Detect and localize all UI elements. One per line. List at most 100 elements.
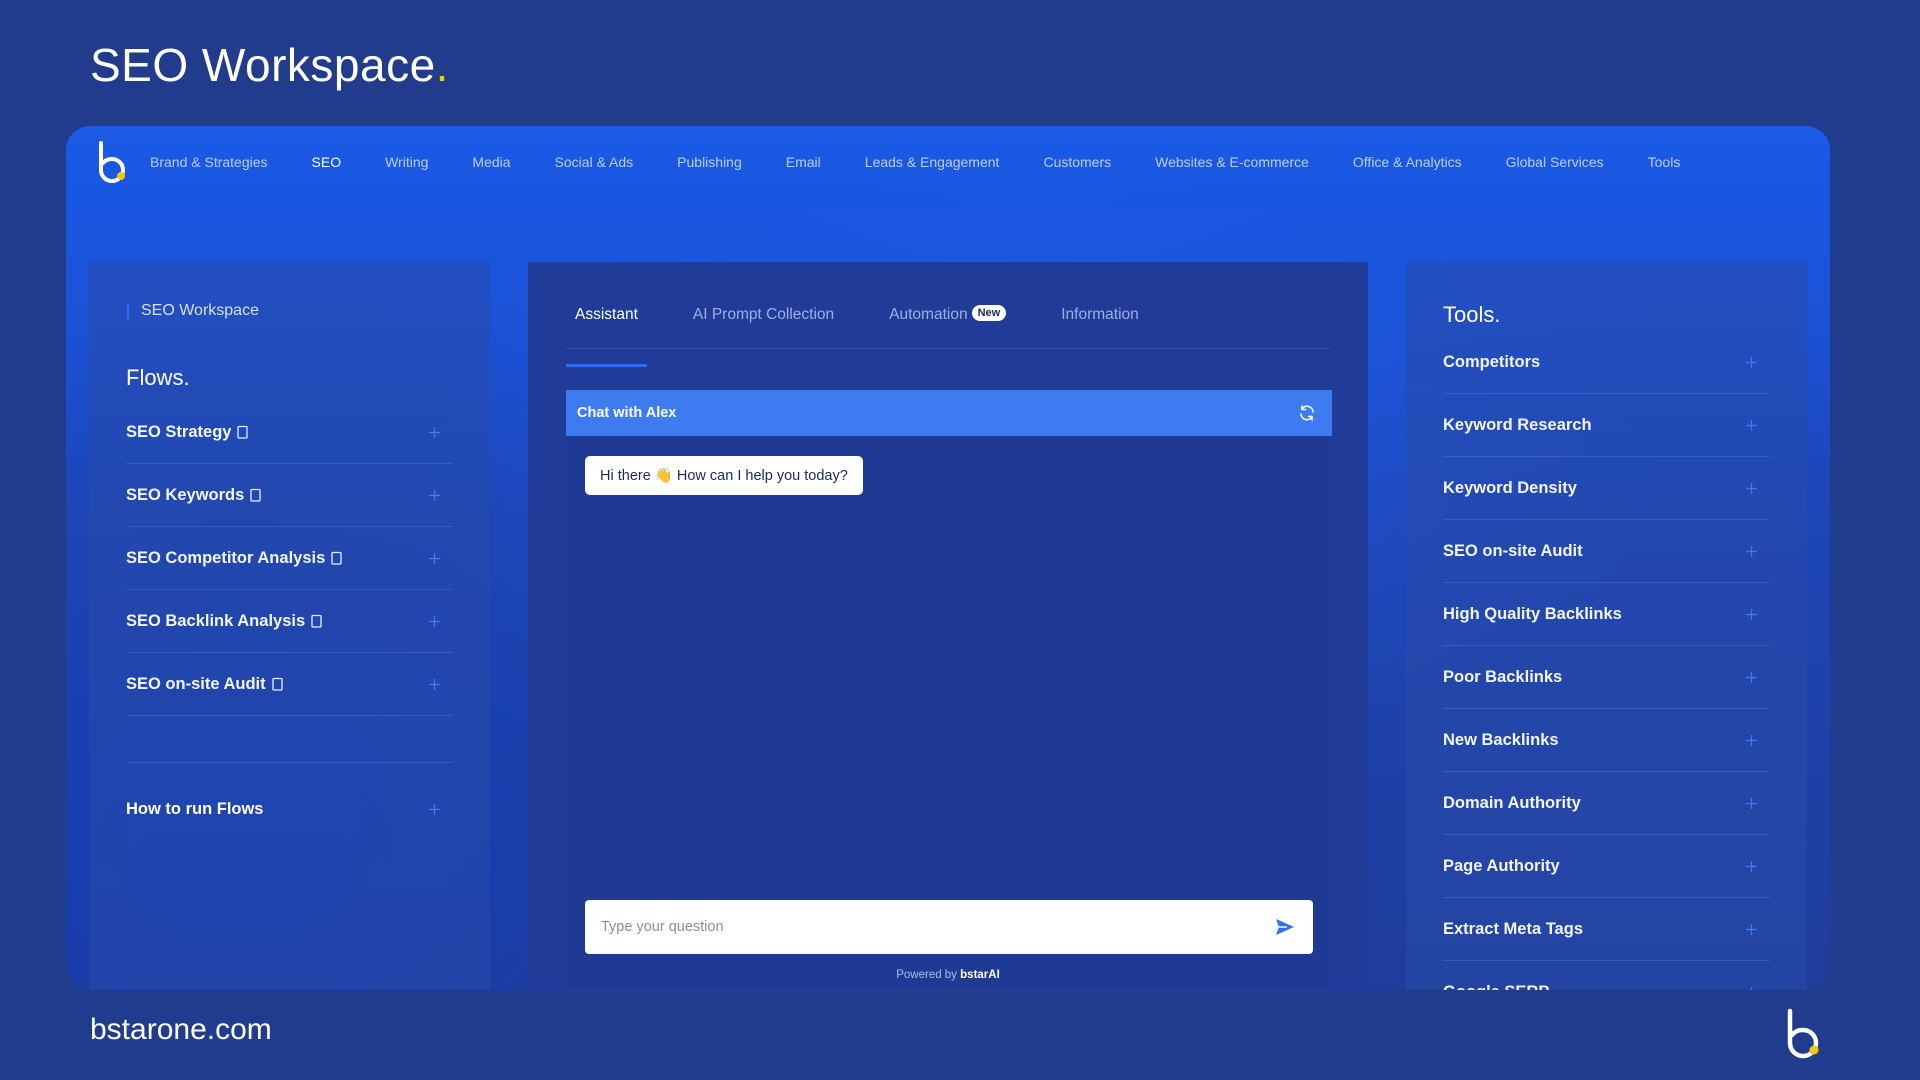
copy-icon[interactable] bbox=[311, 614, 322, 628]
tool-item[interactable]: New Backlinks bbox=[1443, 709, 1770, 772]
nav-item-brand-strategies[interactable]: Brand & Strategies bbox=[150, 154, 268, 170]
tool-item-label: Google SERP bbox=[1443, 983, 1549, 991]
top-navigation: Brand & Strategies SEO Writing Media Social … bbox=[94, 134, 1802, 190]
send-icon[interactable] bbox=[1275, 918, 1295, 936]
plus-icon[interactable] bbox=[428, 615, 441, 628]
bstar-logo-icon[interactable] bbox=[94, 140, 130, 184]
tool-item[interactable]: High Quality Backlinks bbox=[1443, 583, 1770, 646]
flow-item-label-wrap: SEO Strategy bbox=[126, 422, 249, 442]
tool-item-label: SEO on-site Audit bbox=[1443, 541, 1583, 560]
nav-item-seo[interactable]: SEO bbox=[312, 154, 342, 170]
plus-icon[interactable] bbox=[1745, 419, 1758, 432]
flows-divider bbox=[126, 716, 453, 763]
plus-icon[interactable] bbox=[428, 678, 441, 691]
nav-item-writing[interactable]: Writing bbox=[385, 154, 428, 170]
flow-item[interactable]: SEO Keywords bbox=[126, 464, 453, 527]
flow-item-label: SEO Keywords bbox=[126, 485, 245, 504]
how-to-run-flows[interactable]: How to run Flows bbox=[126, 778, 453, 840]
plus-icon[interactable] bbox=[1745, 797, 1758, 810]
plus-icon[interactable] bbox=[1745, 545, 1758, 558]
tool-item[interactable]: Keyword Density bbox=[1443, 457, 1770, 520]
flow-item[interactable]: SEO on-site Audit bbox=[126, 653, 453, 716]
plus-icon[interactable] bbox=[1745, 734, 1758, 747]
flow-item-label-wrap: SEO on-site Audit bbox=[126, 675, 283, 694]
tab-assistant[interactable]: Assistant bbox=[566, 302, 647, 367]
plus-icon[interactable] bbox=[428, 426, 441, 439]
tool-item-label: Competitors bbox=[1443, 352, 1541, 371]
flow-item[interactable]: SEO Strategy bbox=[126, 401, 453, 464]
nav-item-media[interactable]: Media bbox=[472, 154, 510, 170]
copy-icon[interactable] bbox=[237, 425, 249, 439]
tool-item[interactable]: Keyword Research bbox=[1443, 394, 1770, 457]
assistant-panel: Assistant AI Prompt Collection Automation N… bbox=[528, 262, 1368, 990]
chat-title: Chat with Alex bbox=[577, 405, 677, 421]
tools-heading: Tools. bbox=[1443, 302, 1501, 327]
tool-item[interactable]: Extract Meta Tags bbox=[1443, 898, 1770, 961]
copy-icon[interactable] bbox=[250, 488, 261, 502]
how-to-run-flows-label: How to run Flows bbox=[126, 799, 264, 818]
nav-item-tools[interactable]: Tools bbox=[1648, 154, 1681, 170]
plus-icon[interactable] bbox=[428, 552, 441, 565]
tool-item-label: New Backlinks bbox=[1443, 730, 1559, 749]
footer-domain: bstarone.com bbox=[90, 1013, 272, 1046]
powered-prefix: Powered by bbox=[896, 969, 961, 981]
tab-label: AI Prompt Collection bbox=[692, 306, 835, 323]
tool-item-label: Extract Meta Tags bbox=[1443, 919, 1583, 938]
copy-icon[interactable] bbox=[271, 677, 283, 691]
copy-icon[interactable] bbox=[331, 551, 342, 565]
chat-input-box bbox=[585, 900, 1313, 954]
powered-by: Powered by bstarAI bbox=[528, 969, 1368, 981]
nav-item-social-ads[interactable]: Social & Ads bbox=[555, 154, 634, 170]
tab-ai-prompt-collection[interactable]: AI Prompt Collection bbox=[684, 302, 843, 348]
nav-item-customers[interactable]: Customers bbox=[1043, 154, 1111, 170]
nav-item-publishing[interactable]: Publishing bbox=[677, 154, 742, 170]
tab-automation[interactable]: Automation New bbox=[880, 302, 1015, 348]
flow-item-label-wrap: SEO Keywords bbox=[126, 486, 261, 505]
plus-icon[interactable] bbox=[1745, 356, 1758, 369]
refresh-icon[interactable] bbox=[1298, 404, 1316, 422]
tool-item[interactable]: Poor Backlinks bbox=[1443, 646, 1770, 709]
tool-item[interactable]: SEO on-site Audit bbox=[1443, 520, 1770, 583]
plus-icon[interactable] bbox=[1745, 482, 1758, 495]
flow-item[interactable]: SEO Competitor Analysis bbox=[126, 527, 453, 590]
tool-item-label: Poor Backlinks bbox=[1443, 667, 1563, 686]
nav-item-office-analytics[interactable]: Office & Analytics bbox=[1353, 154, 1462, 170]
plus-icon[interactable] bbox=[1745, 860, 1758, 873]
bstar-footer-logo-icon bbox=[1787, 1008, 1819, 1059]
tool-item[interactable]: Competitors bbox=[1443, 331, 1770, 394]
plus-icon[interactable] bbox=[428, 803, 441, 816]
plus-icon[interactable] bbox=[1745, 923, 1758, 936]
plus-icon[interactable] bbox=[1745, 986, 1758, 991]
app-window: Brand & Strategies SEO Writing Media Social … bbox=[66, 126, 1830, 990]
tool-item[interactable]: Page Authority bbox=[1443, 835, 1770, 898]
breadcrumb: SEO Workspace bbox=[127, 302, 259, 320]
chat-header: Chat with Alex bbox=[566, 390, 1332, 436]
flow-item[interactable]: SEO Backlink Analysis bbox=[126, 590, 453, 653]
flow-item-label: SEO Strategy bbox=[126, 422, 232, 441]
slide-title-text: SEO Workspace bbox=[90, 39, 436, 91]
nav-item-websites-e-commerce[interactable]: Websites & E-commerce bbox=[1155, 154, 1309, 170]
flow-item-label-wrap: SEO Backlink Analysis bbox=[126, 612, 322, 631]
flow-item-label: SEO on-site Audit bbox=[126, 674, 266, 693]
tool-item[interactable]: Domain Authority bbox=[1443, 772, 1770, 835]
flows-heading: Flows. bbox=[126, 365, 190, 390]
nav-item-global-services[interactable]: Global Services bbox=[1506, 154, 1604, 170]
slide-title: SEO Workspace. bbox=[90, 38, 449, 92]
nav-item-leads-engagement[interactable]: Leads & Engagement bbox=[865, 154, 1000, 170]
breadcrumb-label[interactable]: SEO Workspace bbox=[141, 302, 259, 320]
flows-list: SEO Strategy SEO Keywords SEO Competitor A… bbox=[126, 401, 453, 840]
slide-title-dot: . bbox=[435, 39, 449, 91]
plus-icon[interactable] bbox=[428, 489, 441, 502]
tool-item[interactable]: Google SERP bbox=[1443, 961, 1770, 990]
nav-item-email[interactable]: Email bbox=[786, 154, 821, 170]
plus-icon[interactable] bbox=[1745, 671, 1758, 684]
tab-label: Automation bbox=[889, 306, 968, 323]
plus-icon[interactable] bbox=[1745, 608, 1758, 621]
tab-information[interactable]: Information bbox=[1052, 302, 1148, 348]
question-input[interactable] bbox=[585, 919, 1275, 935]
tool-item-label: High Quality Backlinks bbox=[1443, 604, 1622, 623]
breadcrumb-bar bbox=[127, 303, 129, 319]
tools-list: Competitors Keyword Research Keyword Densi… bbox=[1443, 331, 1770, 990]
powered-brand[interactable]: bstarAI bbox=[960, 969, 1000, 981]
flow-item-label: SEO Competitor Analysis bbox=[126, 548, 326, 567]
